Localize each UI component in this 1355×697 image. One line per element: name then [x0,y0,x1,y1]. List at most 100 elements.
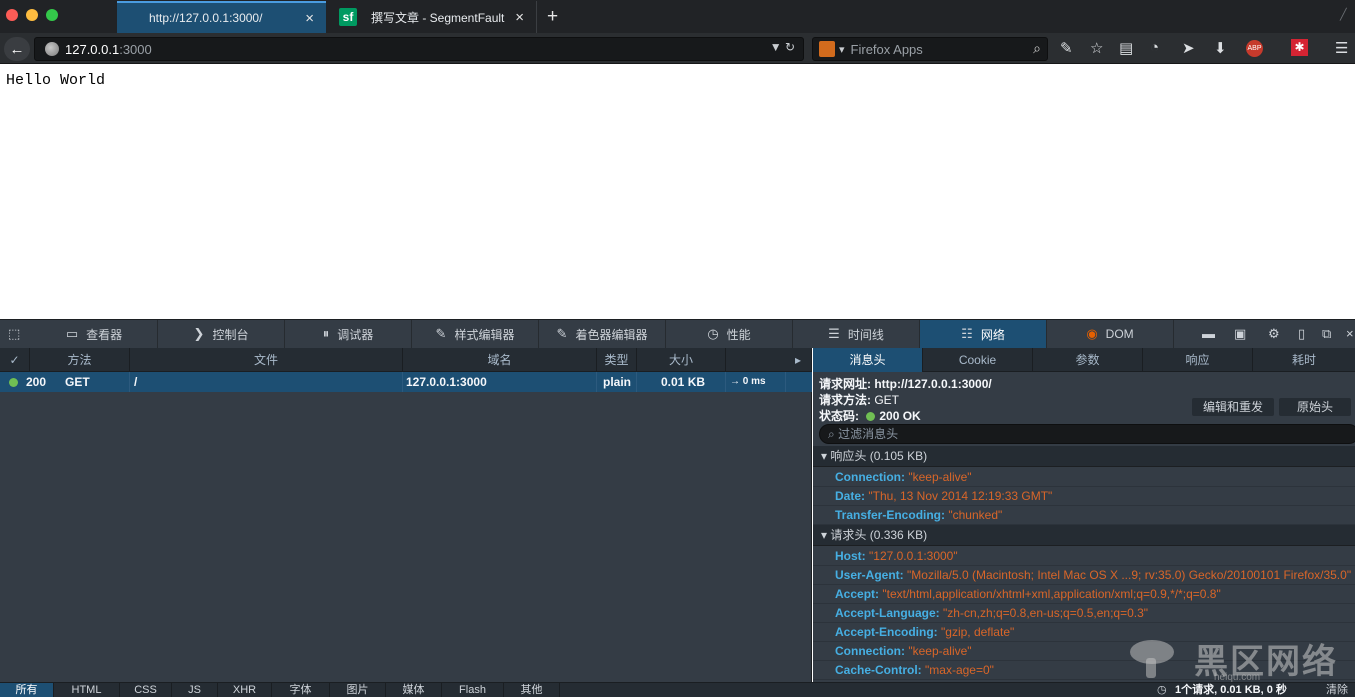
cell-type: plain [597,372,637,392]
close-tab-icon[interactable]: × [515,9,524,26]
search-engine-icon[interactable] [819,41,835,57]
tool-dom[interactable]: ◉ DOM [1047,320,1174,348]
history-icon[interactable]: ◔ [1150,39,1159,56]
request-headers-section[interactable]: ▾ 请求头 (0.336 KB) [813,525,1355,546]
response-headers-section[interactable]: ▾ 响应头 (0.105 KB) [813,446,1355,467]
close-tab-icon[interactable]: × [305,10,314,27]
tool-shader-editor[interactable]: ✎ 着色器编辑器 [539,320,666,348]
menu-icon[interactable]: ☰ [1335,39,1348,57]
tool-performance[interactable]: ◷ 性能 [666,320,793,348]
tool-console[interactable]: ❯ 控制台 [158,320,285,348]
undock-icon[interactable]: ⧉ [1322,326,1331,342]
col-domain[interactable]: 域名 [403,348,597,372]
tab-headers[interactable]: 消息头 [813,348,923,372]
filter-other[interactable]: 其他 [504,683,560,697]
table-row[interactable]: 200 GET / 127.0.0.1:3000 plain 0.01 KB →… [0,372,812,392]
tab-segmentfault[interactable]: sf 撰写文章 - SegmentFault × [327,1,537,33]
url-bar[interactable]: 127.0.0.1:3000 ▼ ↻ [34,37,804,61]
zoom-window-button[interactable] [46,9,58,21]
cell-domain: 127.0.0.1:3000 [403,372,597,392]
filter-xhr[interactable]: XHR [218,683,272,697]
tab-params[interactable]: 参数 [1033,348,1143,372]
minimize-window-button[interactable] [26,9,38,21]
send-icon[interactable]: ➤ [1182,39,1195,57]
wrench-icon[interactable]: ✎ [1060,39,1073,57]
tool-inspector[interactable]: ▭ 查看器 [31,320,158,348]
segmentfault-favicon-icon: sf [339,8,357,26]
close-icon[interactable]: × [1346,326,1354,341]
status-ok-icon [9,378,18,388]
pick-element-icon[interactable]: ⬚ [8,326,20,342]
clear-button[interactable]: 清除 [1326,683,1348,697]
request-summary: 1个请求, 0.01 KB, 0 秒 [1175,684,1287,696]
cell-file: / [130,372,403,392]
triangle-down-icon: ▾ [821,528,828,542]
performance-icon: ◷ [707,326,719,341]
performance-analysis-icon[interactable]: ◷ [1157,683,1167,697]
filter-media[interactable]: 媒体 [386,683,442,697]
search-placeholder: Firefox Apps [850,41,923,57]
cell-timing: → 0 ms [726,372,786,392]
chevron-down-icon[interactable]: ▾ [839,43,845,56]
request-type-filter-bar: 所有 HTML CSS JS XHR 字体 图片 媒体 Flash 其他 ◷ 1… [0,682,1355,697]
search-bar[interactable]: ▾ Firefox Apps ⌕ [812,37,1048,61]
filter-all[interactable]: 所有 [0,683,54,697]
edit-resend-button[interactable]: 编辑和重发 [1192,398,1274,416]
console-icon: ❯ [193,326,205,341]
col-timeline[interactable]: ▸ [726,348,812,372]
tool-network[interactable]: ☷ 网络 [920,320,1047,348]
debugger-icon: ⏸ [322,326,330,341]
window-resize-icon: ╱ [1340,9,1347,21]
site-identity-icon[interactable] [45,42,59,56]
close-window-button[interactable] [6,9,18,21]
navigation-bar: ← 127.0.0.1:3000 ▼ ↻ ▾ Firefox Apps ⌕ ✎ … [0,33,1355,64]
adblock-icon[interactable]: ABP [1246,40,1263,57]
gear-icon[interactable]: ⚙ [1268,326,1280,342]
filter-flash[interactable]: Flash [442,683,504,697]
page-text: Hello World [6,72,106,89]
filter-images[interactable]: 图片 [330,683,386,697]
tool-debugger[interactable]: ⏸ 调试器 [285,320,412,348]
col-size[interactable]: 大小 [637,348,726,372]
request-method-line: 请求方法: GET [819,393,900,407]
star-icon[interactable]: ☆ [1090,39,1103,57]
detail-tabs: 消息头 Cookie 参数 响应 耗时 [813,348,1355,372]
dock-side-icon[interactable]: ▯ [1298,326,1305,342]
timeline-icon: ☰ [828,326,840,341]
arrow-left-icon: ← [9,40,25,58]
tab-response[interactable]: 响应 [1143,348,1253,372]
tab-timings[interactable]: 耗时 [1253,348,1355,372]
filter-js[interactable]: JS [172,683,218,697]
tool-style-editor[interactable]: ✎ 样式编辑器 [412,320,539,348]
col-type[interactable]: 类型 [597,348,637,372]
status-code-line: 状态码: 200 OK [819,409,921,423]
col-status[interactable]: ✓ [0,348,30,372]
cell-method: GET [52,372,130,392]
split-console-icon[interactable]: ▬ [1202,326,1215,341]
reading-list-icon[interactable]: ▤ [1119,39,1133,57]
raw-headers-button[interactable]: 原始头 [1279,398,1351,416]
watermark-url: heiqu.com [1214,672,1261,683]
download-icon[interactable]: ⬇ [1214,39,1227,57]
filter-fonts[interactable]: 字体 [272,683,330,697]
col-file[interactable]: 文件 [130,348,403,372]
tab-cookies[interactable]: Cookie [923,348,1033,372]
tool-timeline[interactable]: ☰ 时间线 [793,320,920,348]
filter-html[interactable]: HTML [54,683,120,697]
header-row: Accept: "text/html,application/xhtml+xml… [813,585,1355,604]
search-icon[interactable]: ⌕ [1033,40,1041,57]
back-button[interactable]: ← [4,37,30,61]
triangle-down-icon: ▾ [821,449,828,463]
style-editor-icon: ✎ [435,326,447,341]
new-tab-button[interactable]: + [547,6,558,28]
url-controls[interactable]: ▼ ↻ [770,40,795,54]
search-icon: ⌕ [828,427,835,441]
responsive-design-icon[interactable]: ▣ [1234,326,1246,342]
addon-icon[interactable]: ✱ [1291,39,1308,56]
network-icon: ☷ [961,326,973,341]
filter-headers-input[interactable]: ⌕ 过滤消息头 [819,424,1355,444]
col-method[interactable]: 方法 [30,348,130,372]
header-row: Connection: "keep-alive" [813,468,1355,487]
tab-localhost[interactable]: http://127.0.0.1:3000/ × [117,1,326,33]
filter-css[interactable]: CSS [120,683,172,697]
